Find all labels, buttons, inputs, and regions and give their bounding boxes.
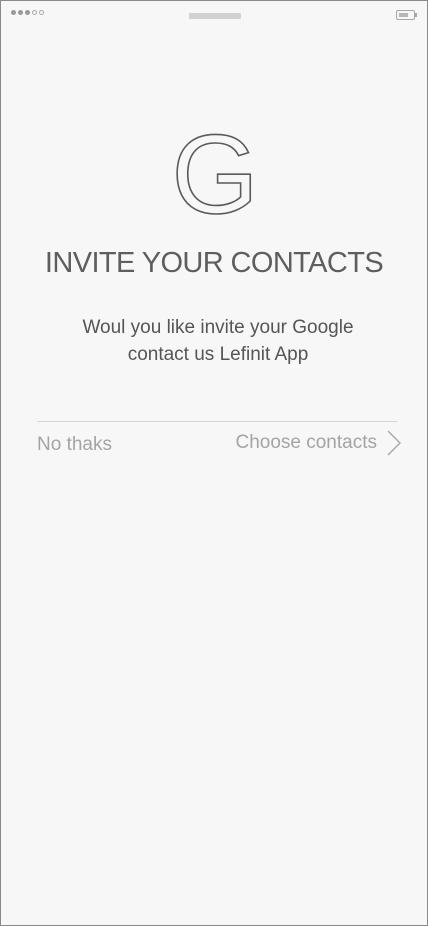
invite-message-line: Woul you like invite your Google [82, 317, 354, 338]
signal-dot [39, 10, 44, 15]
signal-dot [11, 10, 16, 15]
signal-dot [18, 10, 23, 15]
invite-message: Woul you like invite your Google contact… [53, 314, 383, 368]
earpiece-speaker [189, 13, 241, 19]
chevron-right-icon [387, 430, 401, 456]
choose-contacts-label: Choose contacts [235, 432, 377, 453]
page-title: INVITE YOUR CONTACTS [44, 247, 384, 279]
signal-dot [32, 10, 37, 15]
no-thanks-button[interactable]: No thaks [37, 433, 112, 457]
battery-terminal [415, 13, 417, 17]
signal-indicator [11, 10, 44, 15]
battery-icon [396, 10, 417, 20]
google-g-icon: G [171, 126, 259, 222]
choose-contacts-button[interactable]: Choose contacts [235, 430, 401, 456]
phone-screen: G INVITE YOUR CONTACTS Woul you like inv… [0, 0, 428, 926]
divider [37, 421, 397, 422]
signal-dot [25, 10, 30, 15]
battery-level [399, 13, 409, 17]
logo-letter: G [171, 126, 258, 222]
invite-message-line: contact us Lefinit App [127, 344, 309, 365]
